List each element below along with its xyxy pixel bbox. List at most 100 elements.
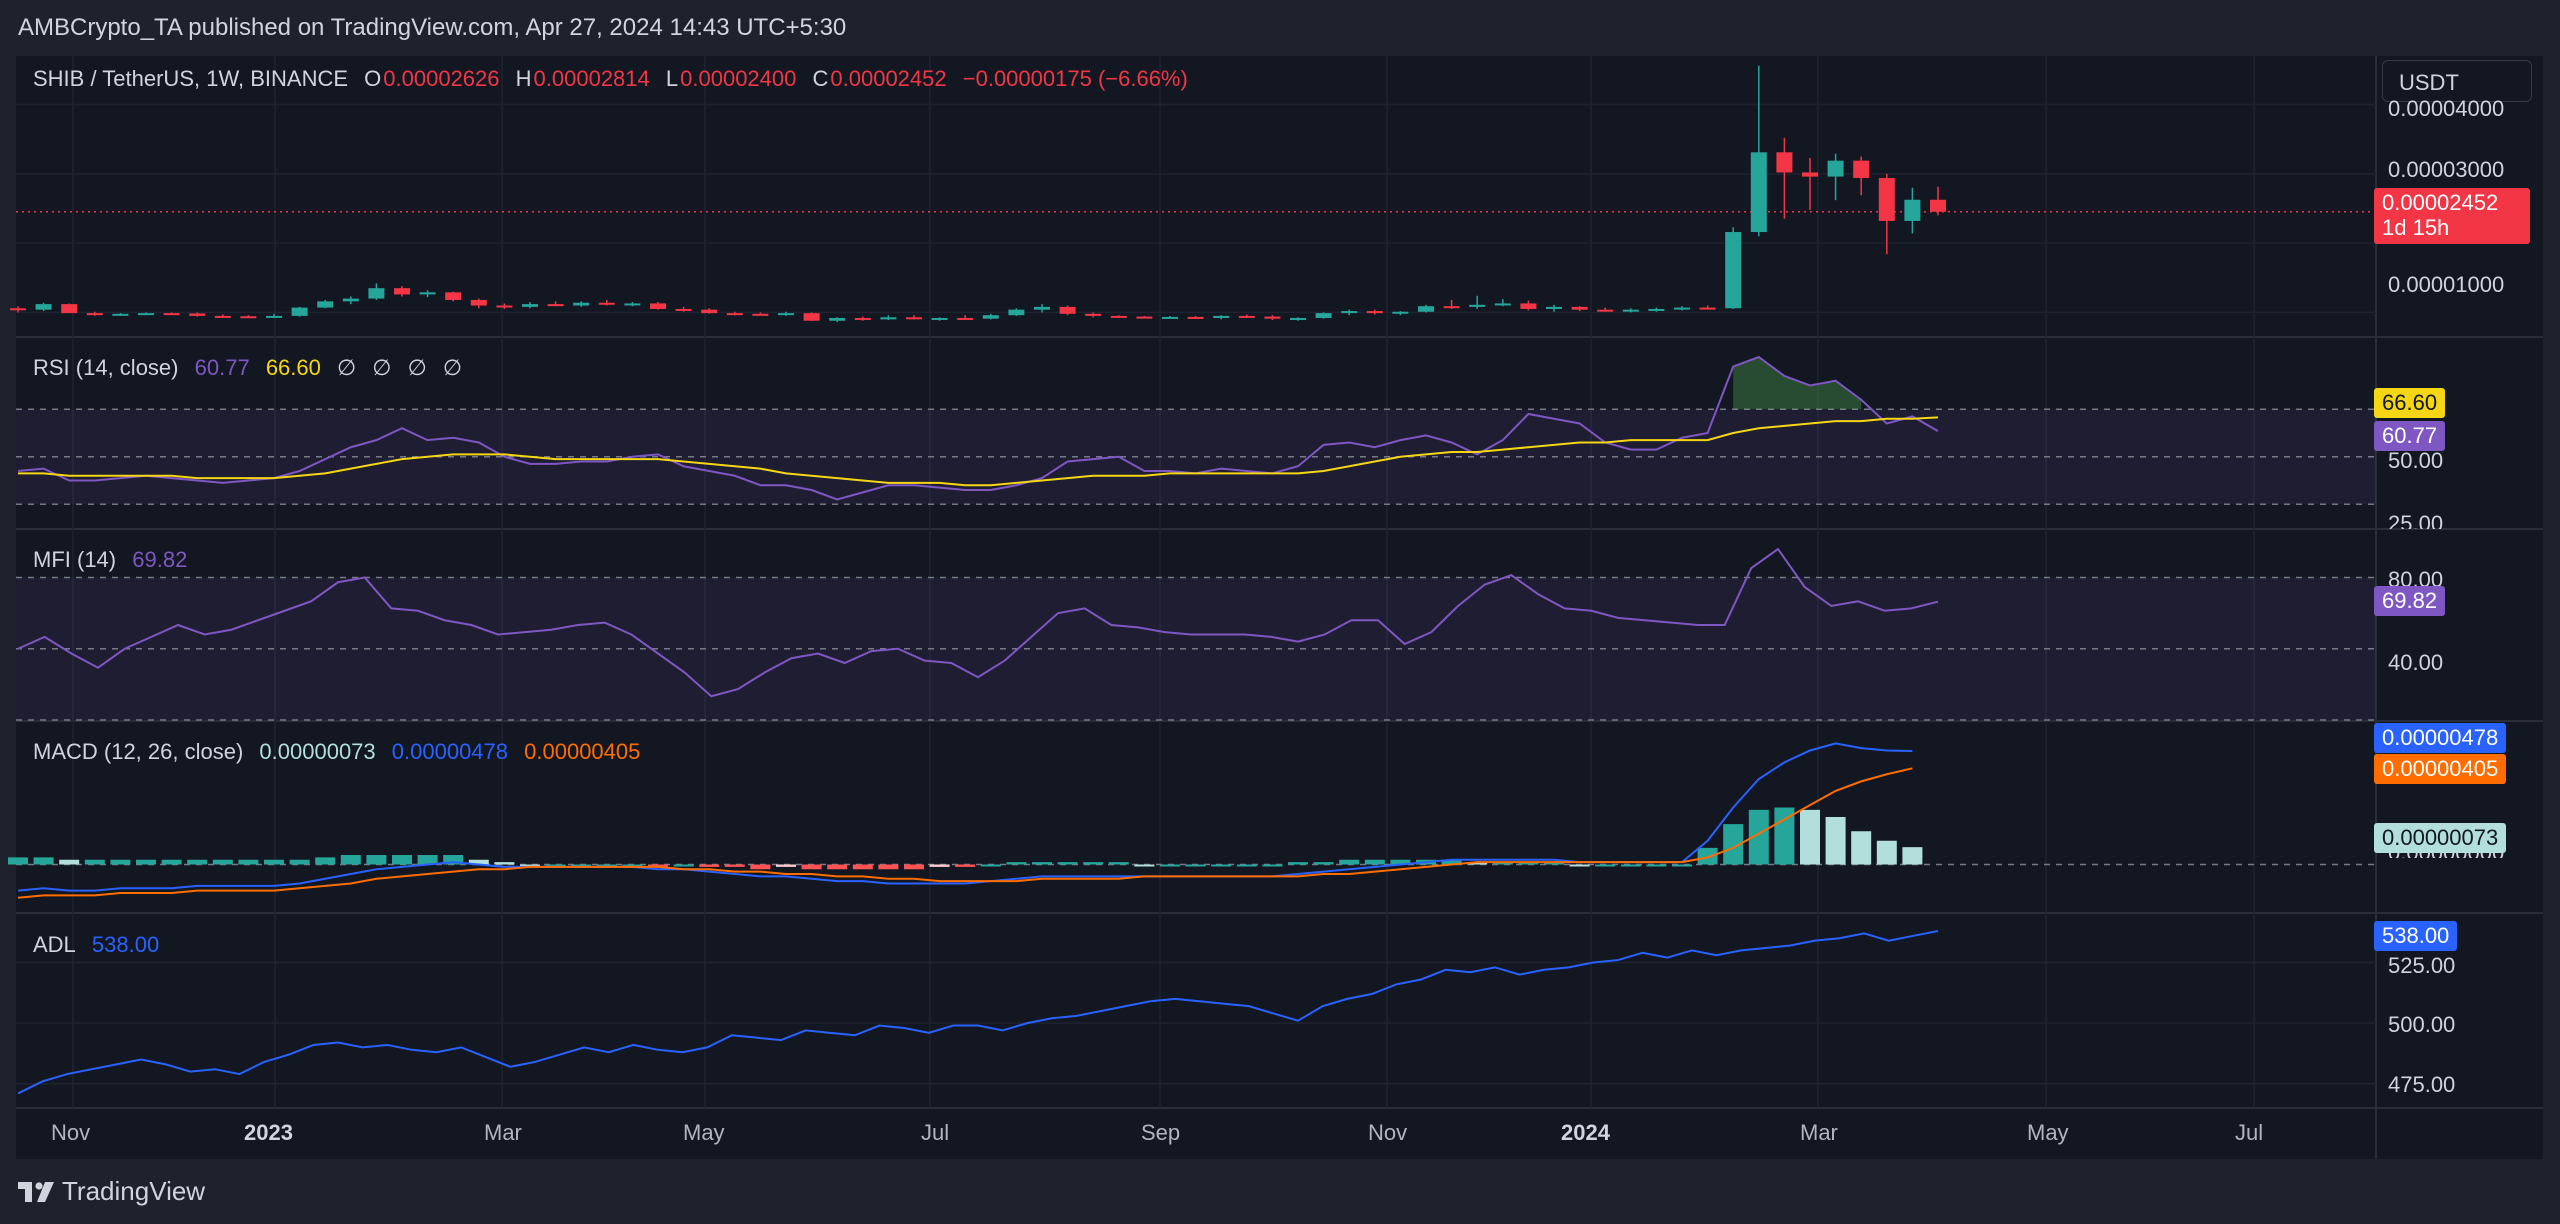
adl-legend: ADL 538.00 <box>33 932 169 958</box>
macd-histogram-bar <box>1851 831 1872 865</box>
candle-body <box>854 317 871 320</box>
rsi-legend: RSI (14, close) 60.77 66.60 ∅ ∅ ∅ ∅ <box>33 355 472 381</box>
macd-histogram-bar <box>1288 862 1308 865</box>
adl-title[interactable]: ADL <box>33 932 76 957</box>
mfi-value: 69.82 <box>132 547 188 572</box>
macd-histogram-bar <box>878 864 899 870</box>
last-price-value: 0.00002452 <box>2382 190 2499 215</box>
candle-body <box>1776 152 1793 173</box>
macd-histogram-bar <box>801 864 822 870</box>
macd-histogram-bar <box>852 864 873 870</box>
low-value: 0.00002400 <box>680 66 797 91</box>
empty-value-symbol: ∅ <box>407 355 427 380</box>
macd-histogram-bar <box>494 862 515 865</box>
candle-body <box>957 317 974 320</box>
time-axis-label: Sep <box>1141 1120 1181 1145</box>
macd-histogram-bar <box>1646 864 1667 867</box>
candle-body <box>291 307 308 316</box>
macd-value-tag: 0.00000478 <box>2374 723 2507 753</box>
macd-histogram-bar <box>1672 864 1692 867</box>
change-value: −0.00000175 (−6.66%) <box>962 66 1188 91</box>
candle-body <box>803 313 820 321</box>
candle-body <box>1008 309 1025 316</box>
mfi-axis-label: 80.00 <box>2388 567 2444 587</box>
candle-body <box>138 313 154 316</box>
candle-body <box>1802 172 1818 177</box>
candle-body <box>1571 306 1588 310</box>
low-label: L <box>665 66 679 91</box>
candle-body <box>982 315 999 319</box>
macd-histogram-bar <box>366 855 387 865</box>
adl-line <box>17 929 1939 1095</box>
time-axis-label: May <box>683 1120 725 1145</box>
adl-axis-label: 475.00 <box>2388 1072 2456 1097</box>
macd-histogram-bar <box>212 859 233 865</box>
time-axis-label: Nov <box>1368 1120 1408 1145</box>
price-axis-label: 0.00001000 <box>2388 272 2505 297</box>
close-value: 0.00002452 <box>830 66 947 91</box>
open-label: O <box>364 66 382 91</box>
rsi-axis-label: 25.00 <box>2388 511 2444 529</box>
macd-histogram-bar <box>264 859 284 865</box>
price-axis-label: 0.00004000 <box>2388 96 2505 120</box>
rsi-ma-value: 66.60 <box>265 355 321 380</box>
macd-histogram-bar <box>1339 859 1360 865</box>
candle-body <box>931 317 948 320</box>
candle-body <box>573 302 590 306</box>
macd-histogram-bar <box>776 864 796 867</box>
candle-body <box>35 304 52 310</box>
high-label: H <box>515 66 532 91</box>
candle-body <box>1187 316 1204 319</box>
macd-histogram-bar <box>955 864 976 867</box>
macd-title[interactable]: MACD (12, 26, close) <box>33 739 243 764</box>
candle-body <box>1853 160 1870 178</box>
macd-histogram-bar <box>904 864 924 870</box>
macd-histogram-bar <box>827 864 848 870</box>
macd-histogram-bar <box>1134 864 1155 867</box>
candle-body <box>1290 317 1306 320</box>
macd-histogram-bar <box>1032 862 1052 865</box>
tradingview-logo[interactable]: TradingView <box>18 1176 205 1207</box>
macd-histogram-bar <box>84 859 105 865</box>
candle-body <box>726 313 743 316</box>
mfi-title[interactable]: MFI (14) <box>33 547 116 572</box>
candle-body <box>214 315 231 318</box>
empty-value-symbol: ∅ <box>372 355 392 380</box>
rsi-title[interactable]: RSI (14, close) <box>33 355 179 380</box>
chart-canvas[interactable] <box>0 0 2560 1224</box>
candle-body <box>701 309 718 314</box>
rsi-axis-label: 50.00 <box>2388 448 2444 473</box>
candle-body <box>1392 311 1409 314</box>
candle-body <box>650 303 666 309</box>
macd-histogram-bar <box>1620 864 1641 867</box>
mfi-axis-label: 40.00 <box>2388 650 2444 675</box>
candle-body <box>598 302 615 305</box>
macd-histogram-bar <box>1364 859 1385 865</box>
mfi-value-tag: 69.82 <box>2374 586 2446 616</box>
macd-histogram-bar <box>289 859 310 865</box>
macd-histogram-bar <box>1800 809 1820 865</box>
macd-histogram-bar <box>980 864 1001 867</box>
candle-body <box>1674 307 1690 310</box>
candle-body <box>86 313 103 316</box>
last-price-tag: 0.00002452 1d 15h <box>2374 188 2530 244</box>
macd-histogram-bar <box>1236 864 1257 867</box>
macd-hist-tag: 0.00000073 <box>2374 823 2507 853</box>
rsi-overbought-fill <box>1733 357 1862 410</box>
symbol-title[interactable]: SHIB / TetherUS, 1W, BINANCE <box>33 66 348 91</box>
tradingview-brand: TradingView <box>62 1176 206 1206</box>
candle-body <box>1264 316 1281 319</box>
macd-signal-tag: 0.00000405 <box>2374 754 2507 784</box>
candle-body <box>189 313 206 316</box>
candle-body <box>1930 199 1946 212</box>
candle-body <box>1494 303 1511 306</box>
candle-body <box>1750 152 1767 233</box>
candle-body <box>752 313 769 316</box>
candle-body <box>445 292 462 300</box>
candle-body <box>163 313 180 316</box>
candle-body <box>1315 313 1332 318</box>
rsi-value-tag: 60.77 <box>2374 421 2446 451</box>
macd-signal-line <box>17 767 1913 899</box>
macd-histogram-bar <box>1108 862 1129 865</box>
macd-histogram-bar <box>187 859 208 865</box>
